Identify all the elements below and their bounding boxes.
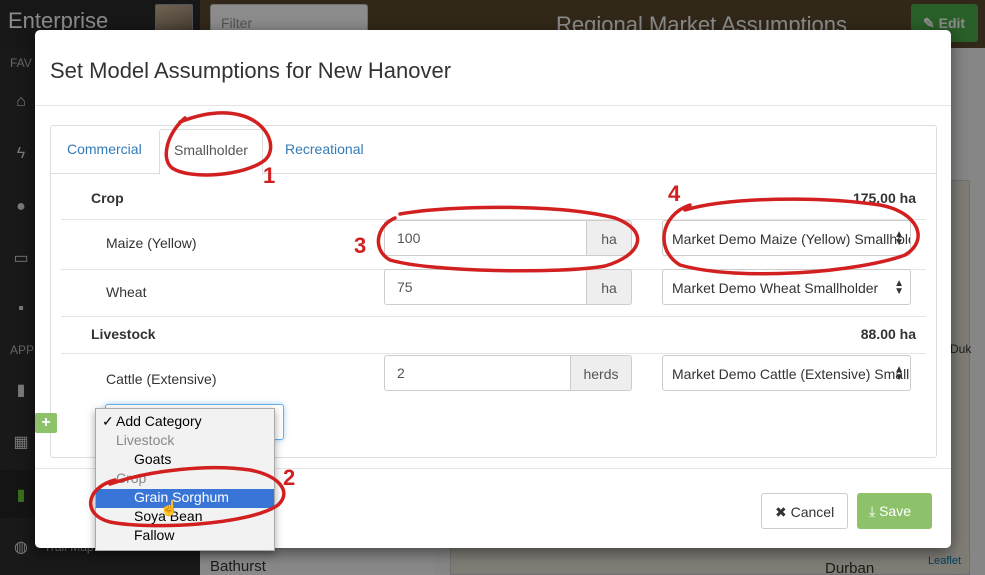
option-label: Add Category	[116, 413, 202, 429]
crop-header-row: Crop 175.00 ha	[61, 182, 926, 219]
select-value: Market Demo Wheat Smallholder	[672, 280, 879, 296]
close-icon: ✖	[775, 504, 791, 520]
optgroup-livestock: Livestock	[116, 432, 175, 448]
annotation-number-4: 4	[668, 181, 681, 206]
option-add-category[interactable]: ✓ Add Category	[96, 413, 274, 432]
save-button[interactable]: ⤓ Save	[857, 493, 932, 529]
livestock-header-row: Livestock 88.00 ha	[61, 316, 926, 353]
cattle-market-select[interactable]: Market Demo Cattle (Extensive) Smallhold…	[662, 355, 911, 391]
hand-cursor-icon: ☝	[160, 500, 179, 517]
checkmark-icon: ✓	[102, 413, 114, 429]
category-dropdown-list: ✓ Add Category Livestock Goats Crop Grain…	[95, 408, 275, 551]
select-arrows-icon: ▲▼	[894, 364, 904, 383]
tab-commercial[interactable]: Commercial	[53, 129, 156, 174]
modal-header: Set Model Assumptions for New Hanover	[35, 30, 951, 106]
maize-market-select[interactable]: Market Demo Maize (Yellow) Smallholder ▲ ▼	[662, 220, 911, 256]
crop-item-name: Maize (Yellow)	[106, 235, 197, 251]
tab-bar: Commercial Smallholder Recreational	[51, 126, 936, 175]
wheat-area-group: ha	[384, 269, 632, 305]
crop-total: 175.00 ha	[852, 190, 916, 206]
unit-addon: ha	[587, 269, 632, 305]
crop-item-name: Wheat	[106, 284, 147, 300]
add-category-button[interactable]: +	[35, 413, 57, 433]
option-grain-sorghum[interactable]: Grain Sorghum	[96, 489, 274, 508]
modal-title: Set Model Assumptions for New Hanover	[50, 58, 452, 83]
select-arrows-icon: ▲▼	[894, 229, 904, 248]
annotation-number-1: 1	[263, 163, 276, 188]
option-soya-bean[interactable]: Soya Bean	[96, 508, 274, 527]
maize-area-input[interactable]	[384, 220, 587, 256]
livestock-item-name: Cattle (Extensive)	[106, 371, 217, 387]
cattle-count-input[interactable]	[384, 355, 571, 391]
cancel-button[interactable]: ✖ Cancel	[761, 493, 848, 529]
cattle-count-group: herds	[384, 355, 632, 391]
wheat-area-input[interactable]	[384, 269, 587, 305]
cancel-label: Cancel	[790, 504, 835, 520]
save-label: Save	[879, 503, 911, 519]
download-icon: ⤓	[869, 503, 880, 519]
livestock-label: Livestock	[91, 326, 156, 342]
tab-smallholder[interactable]: Smallholder	[159, 129, 263, 175]
tab-recreational[interactable]: Recreational	[271, 129, 378, 174]
livestock-total: 88.00 ha	[860, 326, 916, 342]
unit-addon: ha	[587, 220, 632, 256]
wheat-market-select[interactable]: Market Demo Wheat Smallholder ▲ ▼	[662, 269, 911, 305]
select-value: Market Demo Maize (Yellow) Smallholder	[672, 231, 911, 247]
crop-label: Crop	[91, 190, 124, 206]
option-fallow[interactable]: Fallow	[96, 527, 274, 546]
select-value: Market Demo Cattle (Extensive) Smallhold…	[672, 366, 910, 382]
annotation-number-2: 2	[283, 465, 296, 490]
unit-addon: herds	[571, 355, 632, 391]
annotation-number-3: 3	[354, 233, 367, 258]
option-goats[interactable]: Goats	[96, 451, 274, 470]
optgroup-crop: Crop	[116, 470, 147, 486]
maize-area-group: ha	[384, 220, 632, 256]
select-arrows-icon: ▲▼	[894, 278, 904, 297]
